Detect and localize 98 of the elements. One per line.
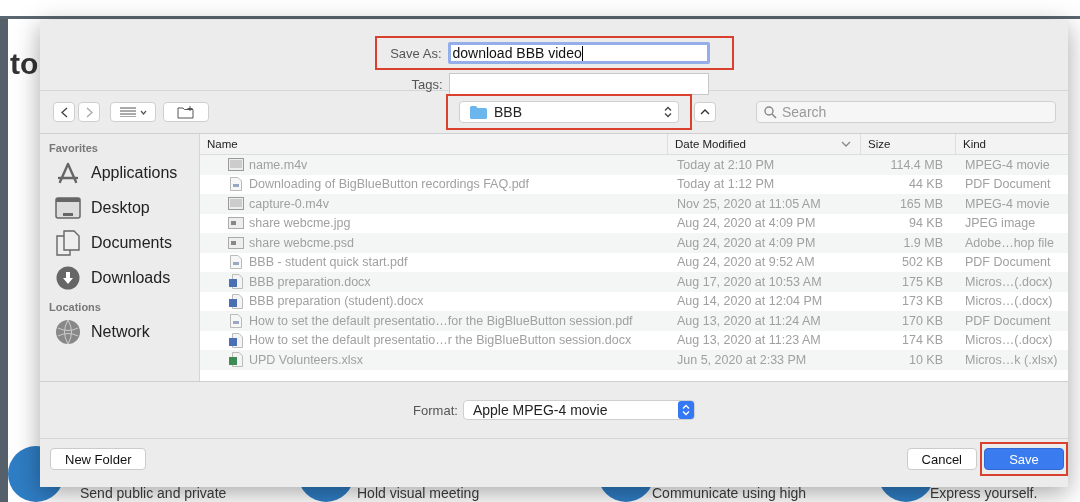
save-as-field[interactable]: download BBB video <box>447 42 710 64</box>
table-cell-text: Aug 24, 2020 at 4:09 PM <box>676 216 817 231</box>
table-cell-text: 1.9 MB <box>902 235 944 250</box>
chevron-up-icon <box>700 109 710 115</box>
table-cell-text: Aug 24, 2020 at 9:52 AM <box>676 255 816 270</box>
sidebar-item[interactable]: Downloads <box>49 260 199 295</box>
chevron-left-icon <box>60 106 68 118</box>
file-name: UPD Volunteers.xlsx <box>249 352 363 367</box>
table-cell-text: Jun 5, 2020 at 2:33 PM <box>676 352 808 367</box>
table-cell-text: Today at 1:12 PM <box>676 177 776 192</box>
sidebar-item[interactable]: Desktop <box>49 190 199 225</box>
table-cell-text: 175 KB <box>901 274 944 289</box>
globe-icon <box>55 318 81 345</box>
file-name: share webcme.psd <box>249 235 354 250</box>
format-popup[interactable]: Apple MPEG-4 movie <box>462 400 695 420</box>
table-cell-text: Micros…k (.xlsx) <box>964 352 1059 367</box>
table-cell-text: Today at 2:10 PM <box>676 157 776 172</box>
column-header[interactable]: Date Modified <box>667 134 860 154</box>
location-popup[interactable]: BBB <box>459 101 679 123</box>
table-cell-text: MPEG-4 movie <box>964 157 1051 172</box>
tags-field[interactable] <box>448 73 709 95</box>
section-label: Locations <box>49 301 102 313</box>
collapse-button[interactable] <box>694 102 716 122</box>
table-cell-text: 170 KB <box>901 313 944 328</box>
back-button[interactable] <box>53 102 75 122</box>
format-label: Format: <box>413 402 458 418</box>
table-cell-text: Adobe…hop file <box>964 235 1055 250</box>
file-name: How to set the default presentatio…for the BigBlueButton session.pdf <box>249 313 633 328</box>
table-cell-text: 502 KB <box>901 255 944 270</box>
pdf-file-icon <box>230 177 242 192</box>
field-label: Save As: <box>389 45 442 61</box>
table-cell-text: Micros…(.docx) <box>964 294 1054 309</box>
feature-text: Hold visual meeting <box>357 485 480 501</box>
image-file-icon <box>228 217 244 230</box>
table-cell-text: Aug 17, 2020 at 10:53 AM <box>676 274 823 289</box>
sidebar-item[interactable]: Documents <box>49 225 199 260</box>
page-heading: to <box>10 47 39 81</box>
sidebar-item[interactable]: Network <box>49 314 199 349</box>
chevron-right-icon <box>85 106 93 118</box>
folder-plus-icon <box>177 105 195 119</box>
table-cell-text: Aug 14, 2020 at 12:04 PM <box>676 294 824 309</box>
chevron-down-icon <box>841 141 851 147</box>
column-header[interactable]: Size <box>860 134 955 154</box>
table-cell-text: JPEG image <box>964 216 1037 231</box>
table-cell-text: Micros…(.docx) <box>964 274 1054 289</box>
video-file-icon <box>228 197 244 211</box>
table-cell-text: Aug 13, 2020 at 11:24 AM <box>676 313 822 328</box>
updown-icon <box>664 106 672 118</box>
table-cell-text: PDF Document <box>964 313 1052 328</box>
list-icon <box>119 107 136 117</box>
table-cell-text: 44 KB <box>907 177 944 192</box>
new-folder-icon-button[interactable] <box>163 102 209 122</box>
video-file-icon <box>228 158 244 172</box>
table-cell-text: PDF Document <box>964 255 1052 270</box>
pdf-file-icon <box>230 255 242 270</box>
dialog-button[interactable]: Save <box>984 448 1064 470</box>
file-name: BBB preparation.docx <box>249 274 371 289</box>
documents-icon <box>56 229 80 256</box>
file-name: capture-0.m4v <box>249 196 329 211</box>
new-folder-button[interactable]: New Folder <box>50 448 147 470</box>
file-name: BBB - student quick start.pdf <box>249 255 408 270</box>
word-file-icon <box>229 332 243 348</box>
table-cell-text: Aug 13, 2020 at 11:23 AM <box>676 333 822 348</box>
word-file-icon <box>229 293 243 309</box>
stepper-icon <box>677 401 694 419</box>
feature-text: Communicate using high <box>652 485 807 501</box>
table-cell-text: 165 MB <box>898 196 944 211</box>
feature-text: Express yourself. <box>930 485 1038 501</box>
file-name: Downloading of BigBlueButton recordings FAQ.pdf <box>249 177 530 192</box>
table-cell-text: Nov 25, 2020 at 11:05 AM <box>676 196 822 211</box>
file-name: name.m4v <box>249 157 308 172</box>
chevron-down-icon <box>139 109 147 115</box>
file-name: share webcme.jpg <box>249 216 351 231</box>
sidebar-item[interactable]: Applications <box>49 155 199 190</box>
image-file-icon <box>228 236 244 249</box>
dialog-button[interactable]: Cancel <box>906 448 977 470</box>
table-cell-text: 174 KB <box>901 333 944 348</box>
table-cell-text: Aug 24, 2020 at 4:09 PM <box>676 235 817 250</box>
table-cell-text: 10 KB <box>907 352 944 367</box>
table-cell-text: PDF Document <box>964 177 1052 192</box>
app-store-icon <box>56 160 80 185</box>
file-name: How to set the default presentatio…r the BigBlueButton session.docx <box>249 333 632 348</box>
table-cell-text: MPEG-4 movie <box>964 196 1051 211</box>
feature-text: Send public and private <box>80 485 227 501</box>
table-cell-text: 173 KB <box>901 294 944 309</box>
file-name: BBB preparation (student).docx <box>249 294 424 309</box>
desktop-icon <box>55 196 81 219</box>
table-cell-text: 94 KB <box>907 216 944 231</box>
section-label: Favorites <box>49 142 99 154</box>
download-icon <box>56 265 80 290</box>
table-cell-text: Micros…(.docx) <box>964 333 1054 348</box>
column-header[interactable]: Name <box>200 134 667 154</box>
view-menu-button[interactable] <box>110 102 156 122</box>
column-header[interactable]: Kind <box>955 134 1068 154</box>
field-label: Tags: <box>410 76 443 92</box>
table-cell-text: 114.4 MB <box>889 157 944 172</box>
search-field[interactable]: Search <box>756 101 1056 123</box>
folder-icon <box>470 105 487 119</box>
